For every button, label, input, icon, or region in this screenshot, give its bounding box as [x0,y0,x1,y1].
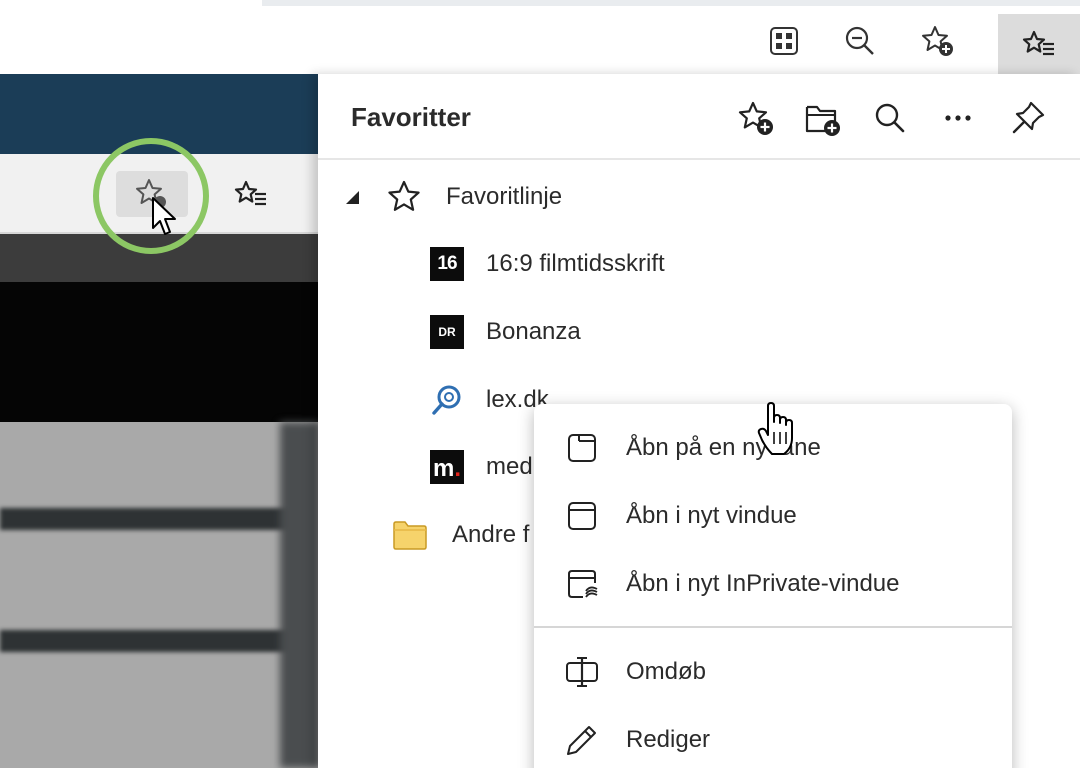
cursor-arrow-icon [152,197,176,235]
add-favorite-icon [922,26,953,56]
favorites-hub-button[interactable] [998,14,1080,76]
menu-item-rename[interactable]: Omdøb [534,642,1012,702]
edit-icon [567,726,596,755]
favorite-item-label: 16:9 filmtidsskrift [486,250,665,277]
address-bar-favorites-hub-button[interactable] [226,174,276,216]
add-favorite-button[interactable] [910,16,966,66]
favorite-item-label: med [486,453,533,480]
search-favorites-button[interactable] [866,94,914,142]
favorites-title: Favoritter [351,102,471,132]
search-icon [875,103,905,133]
pin-panel-button[interactable] [1004,94,1052,142]
folder-icon [393,521,427,550]
add-favorite-icon [738,101,773,135]
new-tab-icon [568,434,596,462]
favicon-letter: m [432,455,455,482]
pin-icon [1012,101,1045,134]
site-favicon-m: m. [430,450,464,484]
favorite-item[interactable]: lex.dk [430,381,549,419]
toolbar-left-fade [0,0,262,6]
other-favorites-label: Andre f [452,521,530,548]
menu-item-edit[interactable]: Rediger [534,710,1012,768]
inprivate-window-icon [568,570,598,598]
menu-separator [534,626,1012,628]
favorites-hub-icon [1022,30,1054,56]
favorites-bar-folder[interactable]: Favoritlinje [344,178,562,216]
add-folder-icon [805,105,840,136]
favorite-item[interactable]: DR Bonanza [430,313,581,351]
add-favorite-button[interactable] [732,94,780,142]
menu-item-label: Omdøb [626,658,707,685]
cursor-hand-icon [757,402,793,455]
menu-item-label: Rediger [626,726,711,753]
favorite-item[interactable]: m. med [430,448,533,486]
lex-favicon-icon [432,385,461,415]
star-icon [388,180,420,211]
more-options-button[interactable] [934,94,982,142]
menu-item-open-new-window[interactable]: Åbn i nyt vindue [534,486,1012,546]
favorite-item[interactable]: 16 16:9 filmtidsskrift [430,245,665,283]
context-menu: Åbn på en ny fane Åbn i nyt vindue Åbn i… [534,404,1012,768]
new-window-icon [568,502,596,530]
site-favicon-dr: DR [430,315,464,349]
browser-toolbar [0,6,1080,76]
panel-divider [318,158,1080,160]
menu-item-label: Åbn i nyt InPrivate-vindue [626,570,900,597]
more-icon [945,115,971,121]
menu-item-label: Åbn i nyt vindue [626,502,797,529]
apps-button[interactable] [756,16,812,66]
photo-stripe [0,508,300,530]
photo-stripe [0,630,300,652]
webpage-black-band [0,282,320,422]
rename-icon [566,657,598,687]
apps-icon [770,27,798,55]
zoom-out-icon [845,26,874,55]
add-folder-button[interactable] [798,94,846,142]
favorites-bar-label: Favoritlinje [446,183,563,210]
webpage-photo [0,422,320,768]
menu-item-open-inprivate[interactable]: Åbn i nyt InPrivate-vindue [534,554,1012,614]
zoom-out-button[interactable] [832,16,888,66]
site-favicon-169: 16 [430,247,464,281]
photo-edge [280,422,320,768]
collapse-triangle-icon [346,191,359,204]
favorite-item-label: Bonanza [486,318,581,345]
other-favorites-folder[interactable]: Andre f [392,516,529,554]
favorites-hub-icon [234,180,266,206]
